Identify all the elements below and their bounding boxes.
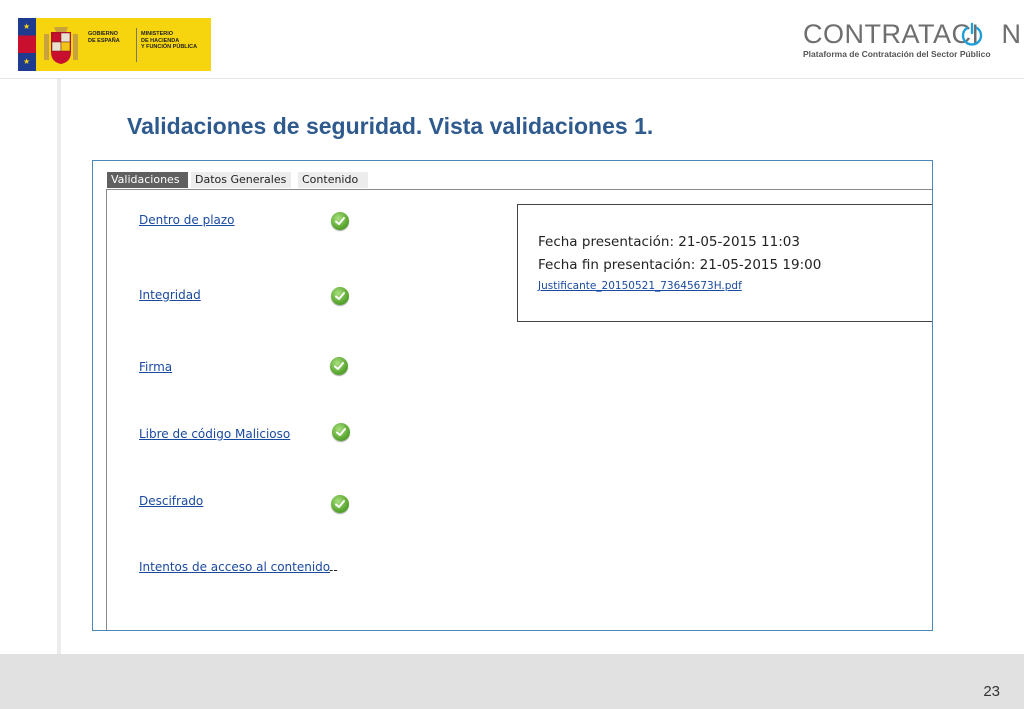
page-title: Validaciones de seguridad. Vista validac…: [127, 113, 654, 139]
submission-info-box: Fecha presentación: 21-05-2015 11:03 Fec…: [517, 204, 932, 322]
footer-bar: 23: [0, 654, 1024, 709]
validation-link-integridad[interactable]: Integridad: [139, 288, 201, 302]
validation-link-intentos-de-acceso[interactable]: Intentos de acceso al contenido: [139, 560, 330, 574]
star-icon: ★: [23, 57, 31, 66]
check-icon: [332, 423, 350, 441]
header-divider: [0, 78, 1024, 79]
tab-validaciones[interactable]: Validaciones: [107, 172, 188, 188]
tab-contenido[interactable]: Contenido: [298, 172, 368, 188]
validations-panel: Validaciones Datos Generales Contenido D…: [92, 160, 933, 631]
justificante-link[interactable]: Justificante_20150521_73645673H.pdf: [538, 280, 742, 292]
validation-link-firma[interactable]: Firma: [139, 360, 172, 374]
ministerio-text: MINISTERIO DE HACIENDA Y FUNCIÓN PÚBLICA: [141, 31, 198, 50]
check-icon: [331, 287, 349, 305]
logo-divider: [136, 28, 137, 62]
brand-wordmark: CONTRATACI N: [803, 19, 1022, 49]
eu-flag-strip: ★ ★: [18, 18, 36, 71]
check-icon: [331, 212, 349, 230]
content-left-border: [106, 190, 107, 630]
fecha-fin-presentacion: Fecha fin presentación: 21-05-2015 19:00: [538, 257, 822, 273]
page-number: 23: [983, 683, 1000, 700]
validation-link-libre-de-codigo-malicioso[interactable]: Libre de código Malicioso: [139, 427, 290, 441]
brand-subtitle: Plataforma de Contratación del Sector Pú…: [803, 49, 991, 59]
tabbar-divider: [106, 189, 932, 190]
star-icon: ★: [23, 22, 31, 31]
tab-datos-generales[interactable]: Datos Generales: [191, 172, 291, 188]
gobierno-logo: ★ ★ GOBIERNO DE ESPAÑA MINISTERIO DE HAC…: [18, 18, 211, 71]
gobierno-text: GOBIERNO DE ESPAÑA: [88, 31, 120, 44]
validation-link-descifrado[interactable]: Descifrado: [139, 494, 203, 508]
check-icon: [330, 357, 348, 375]
validation-link-dentro-de-plazo[interactable]: Dentro de plazo: [139, 213, 235, 227]
fecha-presentacion: Fecha presentación: 21-05-2015 11:03: [538, 234, 800, 250]
status-dash: --: [329, 563, 338, 577]
contratacion-logo: CONTRATACI N Plataforma de Contratación d…: [803, 20, 1022, 59]
coat-of-arms-icon: [44, 27, 78, 64]
power-icon: [961, 22, 983, 46]
left-margin-bar: [57, 79, 61, 654]
check-icon: [331, 495, 349, 513]
